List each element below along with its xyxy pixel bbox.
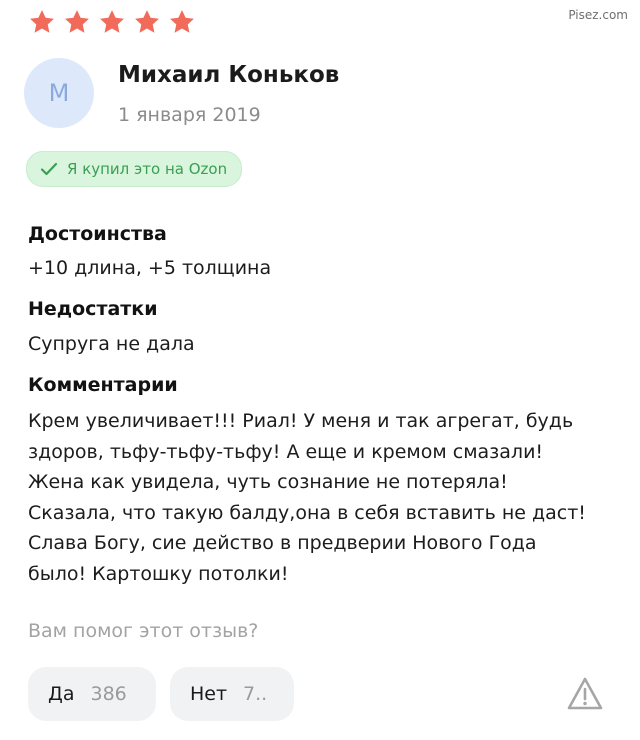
verified-purchase-badge: Я купил это на Ozon [26, 151, 243, 187]
warning-icon[interactable] [566, 676, 604, 712]
comment-line: Сказала, что такую балду,она в себя вста… [28, 501, 586, 524]
avatar-initial: М [48, 79, 70, 107]
comment-line: здоров, тьфу-тьфу-тьфу! А еще и кремом с… [28, 440, 544, 463]
stars-rating [28, 8, 196, 36]
vote-yes-count: 386 [90, 683, 127, 705]
star-icon [98, 8, 126, 36]
comment-line: Слава Богу, сие действо в предверии Ново… [28, 532, 537, 554]
review-date: 1 января 2019 [118, 104, 261, 126]
comment-text: Крем увеличивает!!! Риал! У меня и так а… [28, 406, 628, 589]
star-icon [133, 8, 161, 36]
star-icon [63, 8, 91, 36]
pros-text: +10 длина, +5 толщина [28, 257, 272, 279]
vote-no-label: Нет [190, 683, 228, 705]
pros-title: Достоинства [28, 223, 167, 245]
comment-line: Жена как увидела, чуть сознание не потер… [28, 471, 508, 493]
vote-no-button[interactable]: Нет 7.. [170, 667, 294, 721]
author-name[interactable]: Михаил Коньков [118, 62, 339, 88]
vote-yes-label: Да [48, 683, 75, 705]
vote-no-count: 7.. [243, 683, 268, 705]
watermark: Pisez.com [568, 8, 628, 22]
cons-text: Супруга не дала [28, 333, 195, 355]
star-icon [168, 8, 196, 36]
star-icon [28, 8, 56, 36]
comment-line: было! Картошку потолки! [28, 562, 289, 585]
comment-line: Крем увеличивает!!! Риал! У меня и так а… [28, 410, 574, 432]
comment-title: Комментарии [28, 374, 178, 396]
vote-yes-button[interactable]: Да 386 [28, 667, 156, 721]
cons-title: Недостатки [28, 298, 158, 320]
check-icon [39, 159, 59, 179]
avatar: М [24, 58, 94, 128]
helpful-question: Вам помог этот отзыв? [28, 620, 259, 642]
badge-label: Я купил это на Ozon [67, 160, 228, 178]
